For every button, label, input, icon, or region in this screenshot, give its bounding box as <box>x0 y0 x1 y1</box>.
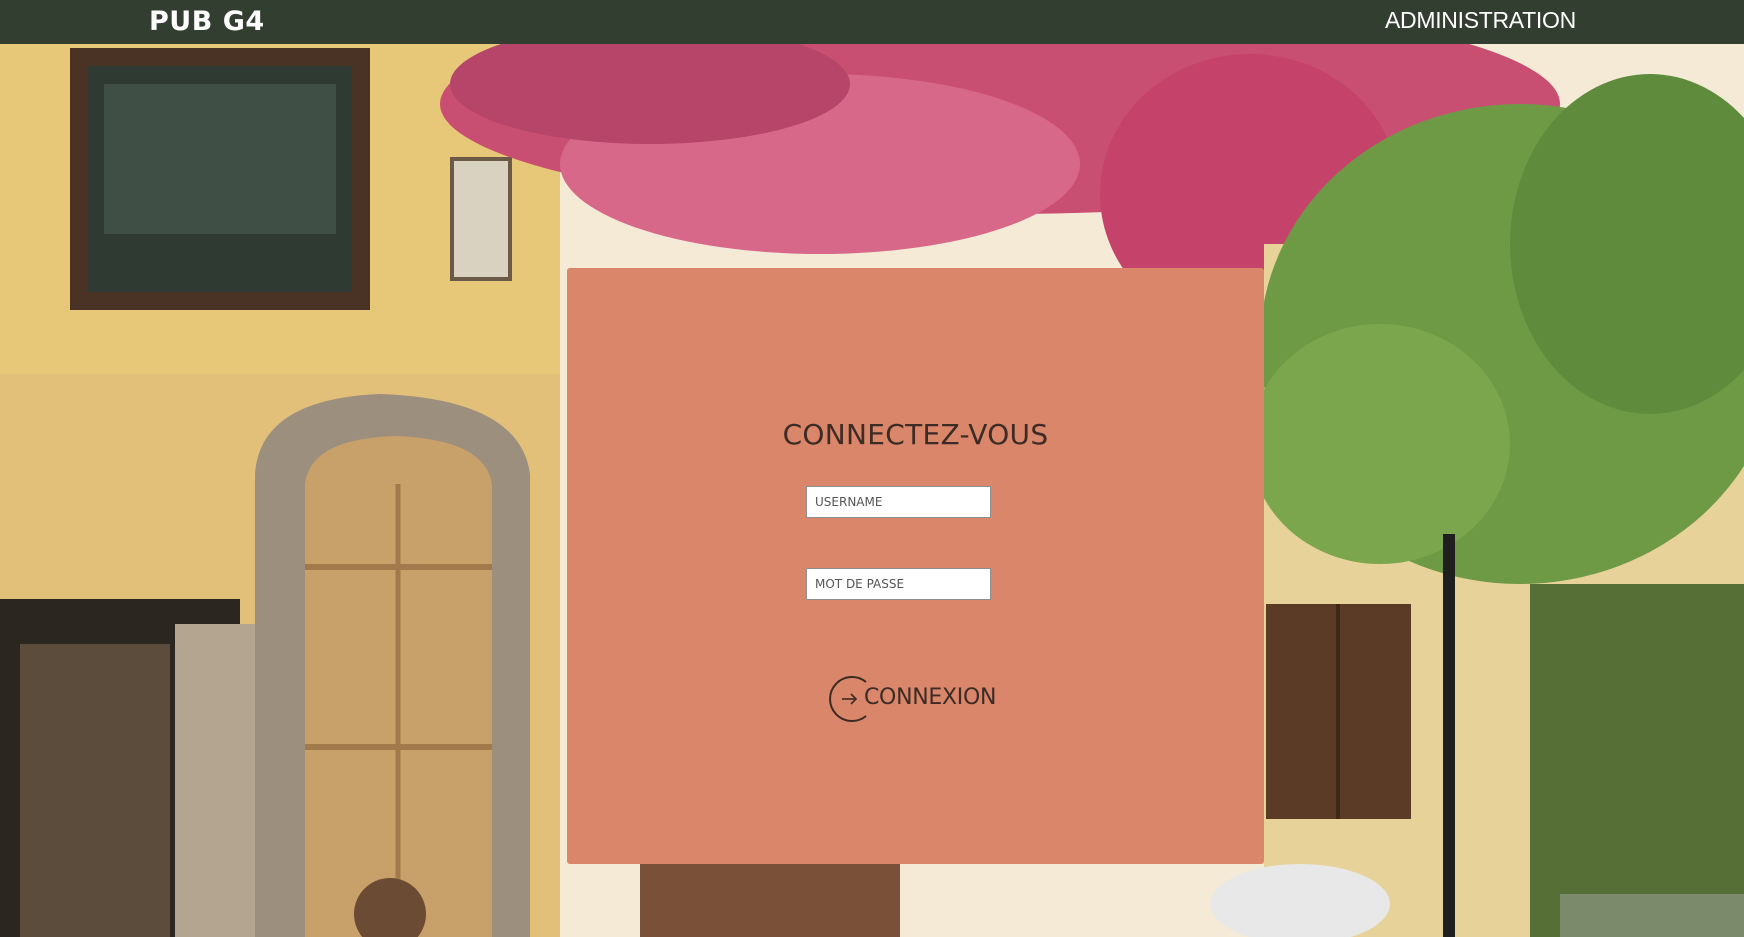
password-input[interactable] <box>806 568 991 600</box>
login-title: CONNECTEZ-VOUS <box>782 418 1049 451</box>
administration-link[interactable]: ADMINISTRATION <box>1385 7 1576 34</box>
username-input[interactable] <box>806 486 991 518</box>
connexion-label: CONNEXION <box>864 685 997 710</box>
connexion-button[interactable]: CONNEXION <box>824 671 1014 727</box>
login-panel: CONNECTEZ-VOUS CONNEXION <box>567 268 1264 864</box>
top-nav-bar: PUB G4 ADMINISTRATION <box>0 0 1744 44</box>
brand-logo[interactable]: PUB G4 <box>149 6 265 37</box>
